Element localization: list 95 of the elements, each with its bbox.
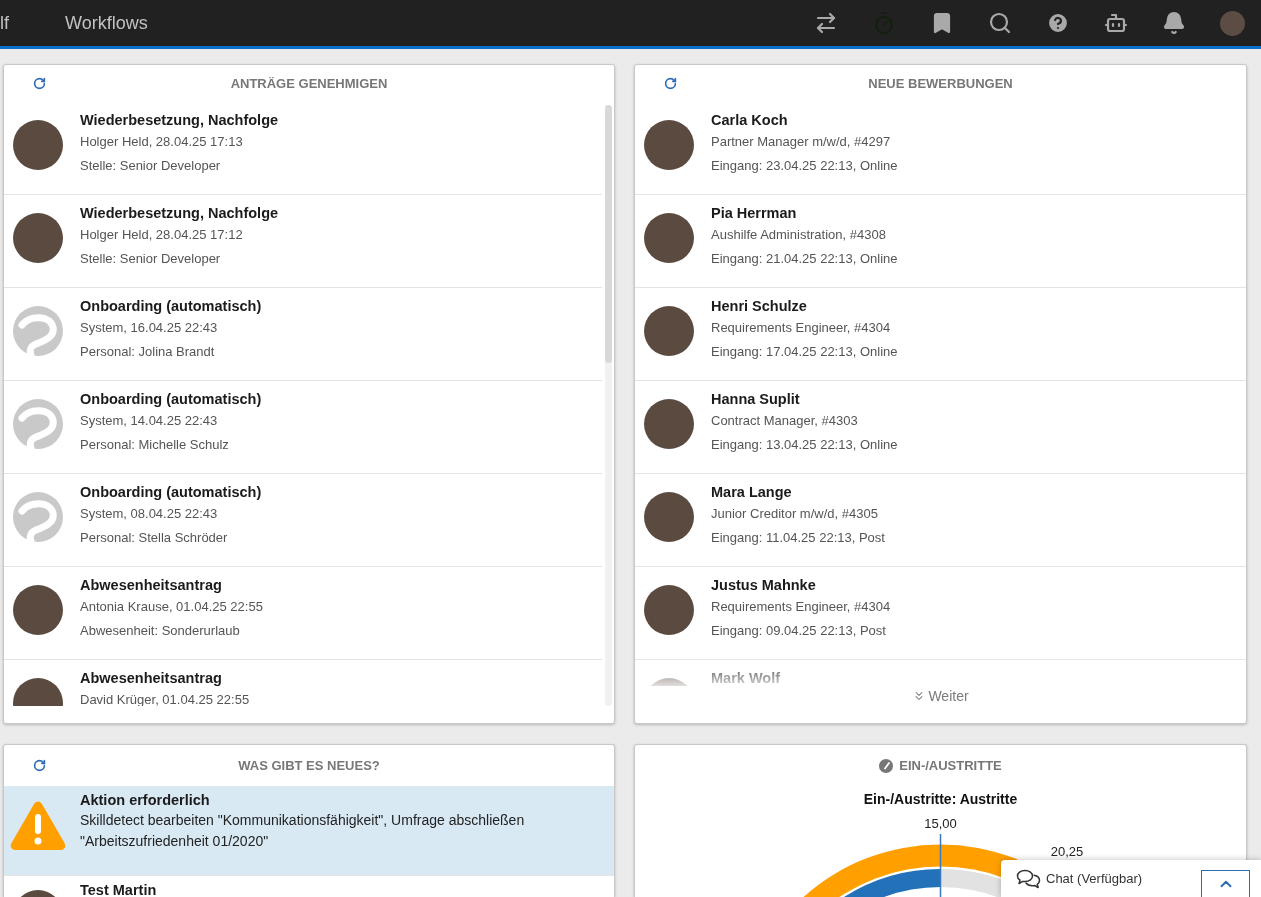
list-item[interactable]: Pia Herrman Aushilfe Administration, #4308 Eingang: 21.04.25 22:13, Online	[635, 195, 1246, 288]
list-item[interactable]: Onboarding (automatisch) System, 08.04.25 22:43 Personal: Stella Schröder	[4, 474, 602, 567]
item-detail: Eingang: 17.04.25 22:13, Online	[711, 343, 899, 361]
gauge-icon	[879, 758, 894, 773]
item-title: Pia Herrman	[711, 204, 798, 223]
item-detail: Stelle: Senior Developer	[80, 157, 222, 175]
item-title: Onboarding (automatisch)	[80, 297, 263, 316]
logo-icon	[13, 306, 63, 356]
item-detail: Stelle: Senior Developer	[80, 250, 222, 268]
logo-icon	[13, 399, 63, 449]
item-title: Mara Lange	[711, 483, 793, 502]
list-item[interactable]: Henri Schulze Requirements Engineer, #4304 Eingang: 17.04.25 22:13, Online	[635, 288, 1246, 381]
item-title: Carla Koch	[711, 111, 789, 130]
panel-title: ANTRÄGE GENEHMIGEN	[230, 74, 388, 93]
arrows-swap-icon	[814, 11, 838, 35]
avatar-placeholder	[644, 306, 694, 356]
item-title: Abwesenheitsantrag	[80, 669, 223, 688]
avatar-placeholder	[1219, 10, 1245, 36]
item-detail: Requirements Engineer, #4304	[711, 319, 892, 337]
logo-icon	[13, 492, 63, 542]
avatar-placeholder	[644, 585, 694, 635]
avatar-placeholder	[644, 213, 694, 263]
item-detail: Abwesenheit: Sonderurlaub	[80, 622, 241, 640]
item-title: Abwesenheitsantrag	[80, 576, 223, 595]
list-item[interactable]: Justus Mahnke Requirements Engineer, #4304 Eingang: 09.04.25 22:13, Post	[635, 567, 1246, 660]
expand-button[interactable]	[1201, 870, 1250, 897]
item-title: Aktion erforderlich	[80, 791, 211, 810]
avatar-placeholder	[644, 120, 694, 170]
item-title: Henri Schulze	[711, 297, 808, 316]
list-item[interactable]: Carla Koch Partner Manager m/w/d, #4297 Eingang: 23.04.25 22:13, Online	[635, 102, 1246, 195]
list-item[interactable]: Onboarding (automatisch) System, 14.04.25 22:43 Personal: Michelle Schulz	[4, 381, 602, 474]
nav-tab[interactable]: lf	[0, 0, 9, 46]
item-title: Test Martin	[80, 881, 158, 897]
avatar-placeholder	[13, 213, 63, 263]
item-detail: Holger Held, 28.04.25 17:13	[80, 133, 244, 151]
list-item[interactable]: Aktion erforderlich Skilldetect bearbeiten "Kommunikationsfähigkeit", Umfrage abschließen "Arbeitszufriedenheit 01/2020"	[4, 786, 614, 876]
item-title: Onboarding (automatisch)	[80, 483, 263, 502]
search-icon	[988, 11, 1012, 35]
item-title: Mark Wolf	[711, 669, 782, 686]
item-detail: System, 08.04.25 22:43	[80, 505, 219, 523]
item-detail: Personal: Jolina Brandt	[80, 343, 216, 361]
refresh-icon	[663, 77, 677, 90]
bell-icon	[1162, 11, 1186, 35]
item-title: Wiederbesetzung, Nachfolge	[80, 111, 280, 130]
avatar-placeholder	[13, 120, 63, 170]
item-detail: System, 16.04.25 22:43	[80, 319, 219, 337]
avatar-placeholder	[644, 492, 694, 542]
item-detail: David Krüger, 01.04.25 22:55	[80, 691, 251, 706]
value-label: 15,00	[924, 816, 957, 832]
list-item[interactable]: Abwesenheitsantrag Antonia Krause, 01.04.25 22:55 Abwesenheit: Sonderurlaub	[4, 567, 602, 660]
avatar-placeholder	[13, 585, 63, 635]
item-detail: Requirements Engineer, #4304	[711, 598, 892, 616]
item-detail: Eingang: 13.04.25 22:13, Online	[711, 436, 899, 454]
more-button[interactable]: Weiter	[912, 686, 969, 706]
list-item[interactable]: Hanna Suplit Contract Manager, #4303 Eingang: 13.04.25 22:13, Online	[635, 381, 1246, 474]
scrollbar-thumb[interactable]	[605, 105, 612, 363]
item-detail: Personal: Stella Schröder	[80, 529, 229, 547]
item-detail: Eingang: 11.04.25 22:13, Post	[711, 529, 886, 547]
panel-title: WAS GIBT ES NEUES?	[238, 756, 380, 775]
marker-line	[939, 834, 942, 897]
robot-icon	[1104, 11, 1128, 35]
item-title: Onboarding (automatisch)	[80, 390, 263, 409]
item-detail: Partner Manager m/w/d, #4297	[711, 133, 892, 151]
item-title: Wiederbesetzung, Nachfolge	[80, 204, 280, 223]
list-item[interactable]: Wiederbesetzung, Nachfolge Holger Held, 28.04.25 17:12 Stelle: Senior Developer	[4, 195, 602, 288]
help-icon	[1046, 11, 1070, 35]
item-detail: Antonia Krause, 01.04.25 22:55	[80, 598, 264, 616]
item-detail: Contract Manager, #4303	[711, 412, 859, 430]
item-title: Justus Mahnke	[711, 576, 817, 595]
chat-status-label: Chat (Verfügbar)	[1046, 871, 1143, 886]
item-detail: Holger Held, 28.04.25 17:12	[80, 226, 244, 244]
chart-title: Ein-/Austritte: Austritte	[863, 790, 1018, 809]
warning-icon	[10, 800, 66, 850]
panel-title: NEUE BEWERBUNGEN	[868, 74, 1013, 93]
list-item[interactable]: Wiederbesetzung, Nachfolge Holger Held, 28.04.25 17:13 Stelle: Senior Developer	[4, 102, 602, 195]
chat-widget[interactable]: Chat (Verfügbar)	[1001, 860, 1261, 897]
list-item[interactable]: Test Martin	[4, 876, 614, 897]
item-detail: System, 14.04.25 22:43	[80, 412, 219, 430]
item-detail: Personal: Michelle Schulz	[80, 436, 230, 454]
refresh-icon	[32, 759, 46, 772]
item-detail: Eingang: 23.04.25 22:13, Online	[711, 157, 899, 175]
refresh-icon	[32, 77, 46, 90]
chat-bubbles-icon	[1016, 868, 1041, 889]
item-detail: Junior Creditor m/w/d, #4305	[711, 505, 879, 523]
item-detail: Aushilfe Administration, #4308	[711, 226, 887, 244]
avatar-placeholder	[644, 399, 694, 449]
item-detail: Eingang: 09.04.25 22:13, Post	[711, 622, 887, 640]
list-item[interactable]: Onboarding (automatisch) System, 16.04.25 22:43 Personal: Jolina Brandt	[4, 288, 602, 381]
value-label: 20,25	[1050, 844, 1084, 860]
item-detail: Eingang: 21.04.25 22:13, Online	[711, 250, 899, 268]
item-message: Skilldetect bearbeiten "Kommunikationsfähigkeit", Umfrage abschließen "Arbeitszufriedenheit 01/2020"	[80, 811, 526, 851]
panel-title: EIN-/AUSTRITTE	[899, 756, 1002, 775]
nav-tab[interactable]: Workflows	[65, 0, 148, 46]
list-item[interactable]: Mara Lange Junior Creditor m/w/d, #4305 Eingang: 11.04.25 22:13, Post	[635, 474, 1246, 567]
item-title: Hanna Suplit	[711, 390, 801, 409]
